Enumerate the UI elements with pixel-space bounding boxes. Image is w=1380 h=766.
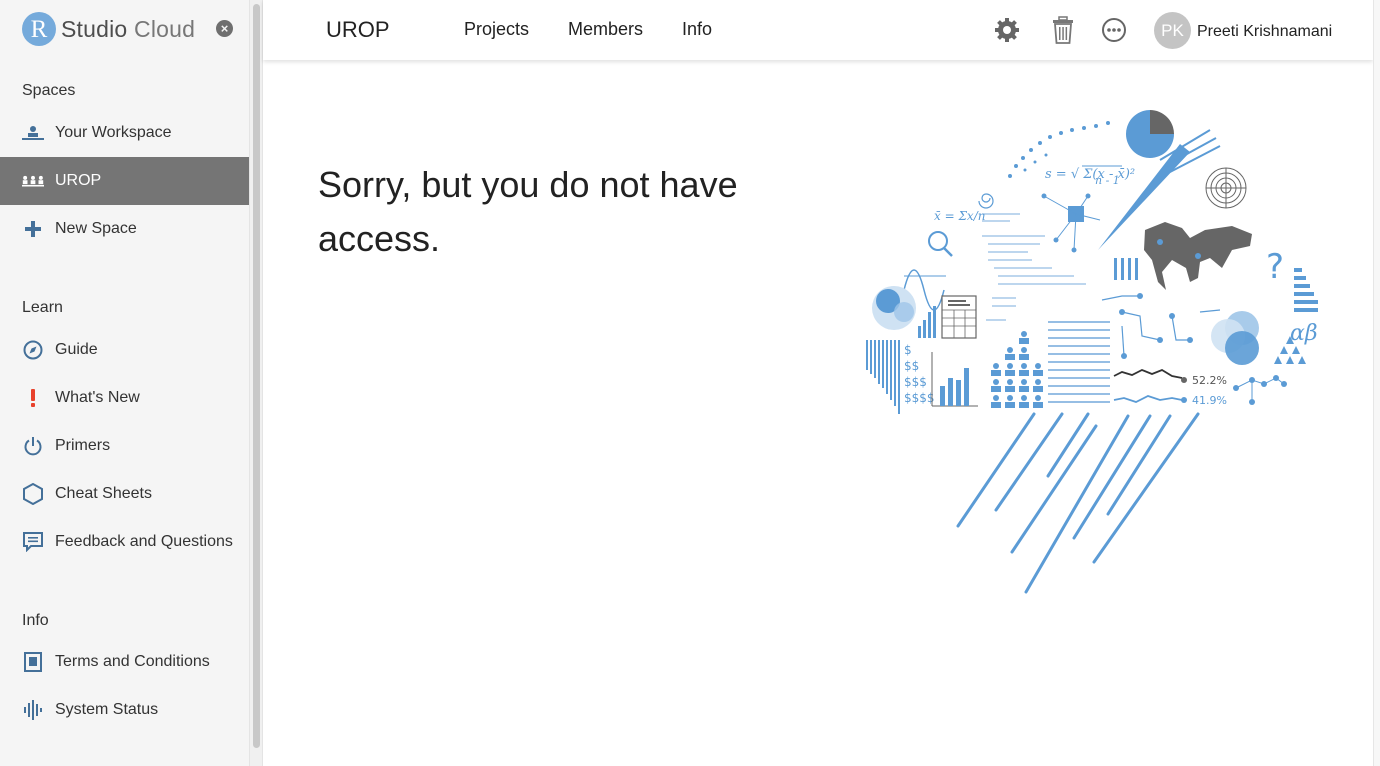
sidebar-item-your-workspace[interactable]: Your Workspace [0,109,249,157]
sidebar-item-label: What's New [55,389,140,406]
avatar[interactable]: PK [1154,12,1191,49]
sidebar-item-feedback[interactable]: Feedback and Questions [0,518,249,566]
power-icon [22,435,44,457]
document-icon [22,651,44,673]
venn-diagram-icon [1211,311,1259,365]
tab-info[interactable]: Info [682,19,712,40]
gear-icon[interactable] [993,16,1021,44]
compass-icon [22,339,44,361]
pct-label-1: 52.2% [1192,374,1227,387]
small-bars-icon [1114,258,1138,280]
data-science-cloud-illustration: s = √ Σ(x - x̄)² n - 1 x̄ = Σx/n ? $$$ $… [866,110,1318,594]
mean-formula-text: x̄ = Σx/n [934,209,985,223]
close-sidebar-icon[interactable]: × [216,20,233,37]
stacked-bars-icon [1294,268,1318,312]
bar-chart-bottom-icon [931,352,978,407]
formula-text: s = √ Σ(x - x̄)² [1045,167,1135,182]
svg-text:n - 1: n - 1 [1095,174,1120,187]
sidebar-item-primers[interactable]: Primers [0,422,249,470]
sidebar-item-label: Cheat Sheets [55,485,152,502]
sidebar-item-cheat-sheets[interactable]: Cheat Sheets [0,470,249,518]
number-table [1048,321,1110,403]
question-mark-icon: ? [1266,247,1284,287]
brand-name: Studio Cloud [61,15,196,42]
page-scrollbar[interactable] [1373,0,1380,766]
trash-icon[interactable] [1049,16,1077,44]
spreadsheet-icon [941,295,977,339]
space-title: UROP [326,17,390,42]
pct-label-2: 41.9% [1192,394,1227,407]
svg-text:$$: $$ [904,359,919,373]
tab-members[interactable]: Members [568,19,643,40]
sidebar-item-label: System Status [55,701,159,718]
pulse-icon [22,699,44,721]
descending-bars-icon [866,340,900,414]
sidebar-item-whats-new[interactable]: What's New [0,374,249,422]
section-label-spaces: Spaces [22,82,76,99]
sidebar-item-label: Primers [55,437,111,454]
people-icon [22,170,44,192]
sidebar-item-guide[interactable]: Guide [0,326,249,374]
scrollbar-thumb[interactable] [253,4,260,748]
tab-projects[interactable]: Projects [464,19,529,40]
svg-text:$$$: $$$ [904,375,927,389]
no-access-message: Sorry, but you do not have access. [318,164,738,259]
workspace-icon [22,122,44,144]
user-name[interactable]: Preeti Krishnamani [1197,23,1332,41]
rain-lines [956,412,1200,594]
r-logo-icon: R [22,12,56,46]
sidebar-item-terms[interactable]: Terms and Conditions [0,638,249,686]
section-label-learn: Learn [22,299,63,316]
sidebar-item-label: Your Workspace [55,124,172,141]
sidebar-item-label: Guide [55,341,98,358]
scatter-line-icon [1233,375,1287,405]
app-window: R Studio Cloud × Spaces Your Workspace U… [0,0,1380,766]
sidebar-scrollbar[interactable] [249,0,263,766]
pie-chart-icon [1126,110,1174,158]
population-grid-icon [991,331,1043,408]
sidebar: R Studio Cloud × Spaces Your Workspace U… [0,0,249,766]
dollar-icons: $$$ $$$$$$$ [904,343,935,405]
svg-text:$: $ [904,343,912,357]
plus-icon [22,218,44,240]
sidebar-item-label: Feedback and Questions [55,533,233,550]
sidebar-item-urop[interactable]: UROP [0,157,249,205]
sidebar-item-label: New Space [55,220,137,237]
more-options-icon[interactable] [1100,16,1128,44]
code-lines [982,213,1086,321]
chat-icon [22,531,44,553]
top-header: UROP Projects Members Info PK Preeti Kri… [263,0,1373,60]
sidebar-item-label: UROP [55,172,102,189]
alpha-beta-text: αβ [1290,321,1318,346]
radar-target-icon [1205,167,1247,209]
bar-chart-icon [918,306,936,338]
section-label-info: Info [22,612,49,629]
svg-text:$$$$: $$$$ [904,391,935,405]
hexagon-icon [22,483,44,505]
sidebar-item-label: Terms and Conditions [55,653,210,670]
rstudio-cloud-logo[interactable]: R Studio Cloud [22,11,195,47]
circuit-icon [1101,295,1221,357]
sidebar-item-new-space[interactable]: New Space [0,205,249,253]
sidebar-item-system-status[interactable]: System Status [0,686,249,734]
exclamation-icon [22,387,44,409]
